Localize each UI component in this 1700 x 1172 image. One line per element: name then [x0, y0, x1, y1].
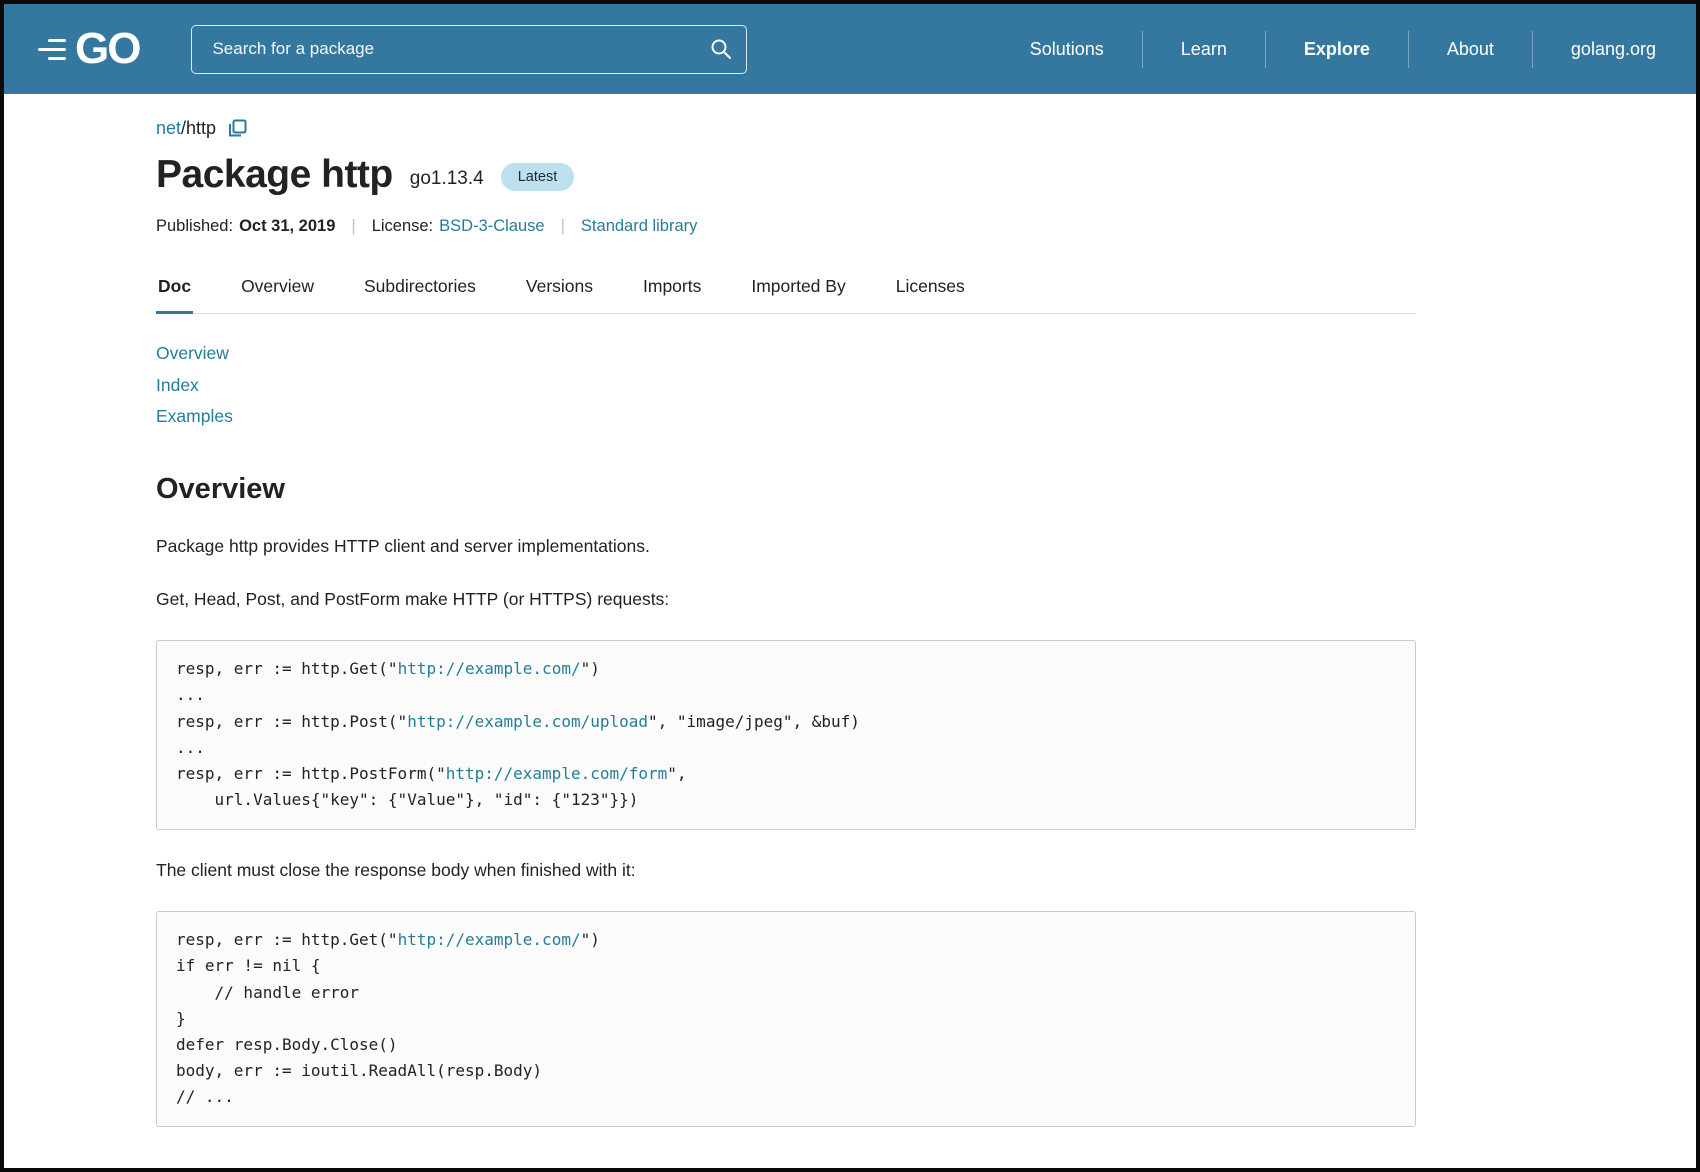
package-title-row: Package http go1.13.4 Latest	[156, 153, 1416, 197]
code-line: url.Values{"key": {"Value"}, "id": {"123…	[176, 787, 1396, 813]
tab-versions[interactable]: Versions	[524, 266, 595, 314]
copy-icon	[228, 119, 247, 138]
nav-item-solutions[interactable]: Solutions	[992, 31, 1142, 68]
overview-paragraph-2: Get, Head, Post, and PostForm make HTTP …	[156, 587, 1416, 612]
main-nav: Solutions Learn Explore About golang.org	[992, 31, 1662, 68]
code-line: resp, err := http.Get("http://example.co…	[176, 927, 1396, 953]
license-label: License:	[372, 217, 433, 236]
code-line: resp, err := http.PostForm("http://examp…	[176, 761, 1396, 787]
meta-separator: |	[561, 217, 565, 236]
code-line: defer resp.Body.Close()	[176, 1032, 1396, 1058]
code-text: // ...	[176, 1087, 234, 1106]
code-text: if err != nil {	[176, 956, 321, 975]
code-line: if err != nil {	[176, 953, 1396, 979]
code-url-link[interactable]: http://example.com/upload	[407, 712, 648, 731]
tab-imports[interactable]: Imports	[641, 266, 703, 314]
code-text: resp, err := http.Get("	[176, 930, 398, 949]
nav-item-about[interactable]: About	[1408, 31, 1532, 68]
latest-badge[interactable]: Latest	[501, 163, 575, 191]
search-icon	[709, 37, 733, 61]
overview-heading: Overview	[156, 473, 1416, 506]
search-input[interactable]	[191, 25, 747, 74]
code-line: body, err := ioutil.ReadAll(resp.Body)	[176, 1058, 1396, 1084]
overview-paragraph-3: The client must close the response body …	[156, 858, 1416, 883]
copy-path-button[interactable]	[228, 119, 247, 138]
doc-toc: Overview Index Examples	[156, 338, 1416, 433]
search-button[interactable]	[703, 31, 739, 67]
tab-subdirectories[interactable]: Subdirectories	[362, 266, 478, 314]
license-link[interactable]: BSD-3-Clause	[439, 217, 544, 236]
toc-link-index[interactable]: Index	[156, 370, 199, 402]
nav-item-golang-org[interactable]: golang.org	[1532, 31, 1662, 68]
code-text: url.Values{"key": {"Value"}, "id": {"123…	[176, 790, 638, 809]
published-date: Oct 31, 2019	[239, 217, 335, 236]
go-logo-speed-lines-icon	[38, 39, 66, 60]
code-text: }	[176, 1009, 186, 1028]
code-text: resp, err := http.PostForm("	[176, 764, 446, 783]
overview-paragraph-1: Package http provides HTTP client and se…	[156, 534, 1416, 559]
code-text: ...	[176, 738, 205, 757]
standard-library-link[interactable]: Standard library	[581, 217, 697, 236]
code-line: ...	[176, 682, 1396, 708]
code-line: resp, err := http.Post("http://example.c…	[176, 709, 1396, 735]
code-text: ")	[581, 930, 600, 949]
code-url-link[interactable]: http://example.com/	[398, 930, 581, 949]
code-line: }	[176, 1006, 1396, 1032]
code-url-link[interactable]: http://example.com/form	[446, 764, 668, 783]
tab-doc[interactable]: Doc	[156, 266, 193, 314]
tab-licenses[interactable]: Licenses	[894, 266, 967, 314]
code-line: ...	[176, 735, 1396, 761]
code-text: resp, err := http.Post("	[176, 712, 407, 731]
search-box	[191, 25, 747, 74]
code-block-close-body: resp, err := http.Get("http://example.co…	[156, 911, 1416, 1127]
code-text: ")	[581, 659, 600, 678]
toc-link-examples[interactable]: Examples	[156, 401, 233, 433]
code-text: ...	[176, 685, 205, 704]
nav-item-learn[interactable]: Learn	[1142, 31, 1265, 68]
code-text: defer resp.Body.Close()	[176, 1035, 398, 1054]
breadcrumb: net/http	[156, 118, 1416, 139]
go-logo[interactable]: GO	[38, 27, 139, 71]
tab-bar: Doc Overview Subdirectories Versions Imp…	[156, 266, 1416, 314]
code-line: // handle error	[176, 980, 1396, 1006]
published-label: Published:	[156, 217, 233, 236]
main-content: net/http Package http go1.13.4 Latest Pu…	[4, 94, 1696, 1127]
package-meta: Published: Oct 31, 2019 | License: BSD-3…	[156, 217, 1416, 236]
package-version: go1.13.4	[410, 168, 484, 190]
code-text: ",	[667, 764, 686, 783]
code-text: body, err := ioutil.ReadAll(resp.Body)	[176, 1061, 542, 1080]
nav-item-explore[interactable]: Explore	[1265, 31, 1408, 68]
tab-imported-by[interactable]: Imported By	[749, 266, 847, 314]
go-logo-text: GO	[75, 27, 139, 71]
code-text: ", "image/jpeg", &buf)	[648, 712, 860, 731]
tab-overview[interactable]: Overview	[239, 266, 316, 314]
meta-separator: |	[351, 217, 355, 236]
code-text: // handle error	[176, 983, 359, 1002]
code-line: resp, err := http.Get("http://example.co…	[176, 656, 1396, 682]
code-url-link[interactable]: http://example.com/	[398, 659, 581, 678]
code-block-requests: resp, err := http.Get("http://example.co…	[156, 640, 1416, 829]
breadcrumb-rest: /http	[181, 118, 216, 139]
code-line: // ...	[176, 1084, 1396, 1110]
site-header: GO Solutions Learn Explore About golang.…	[4, 4, 1696, 94]
page-title: Package http	[156, 153, 393, 197]
page: GO Solutions Learn Explore About golang.…	[0, 0, 1700, 1172]
breadcrumb-net-link[interactable]: net	[156, 118, 181, 139]
toc-link-overview[interactable]: Overview	[156, 338, 229, 370]
code-text: resp, err := http.Get("	[176, 659, 398, 678]
